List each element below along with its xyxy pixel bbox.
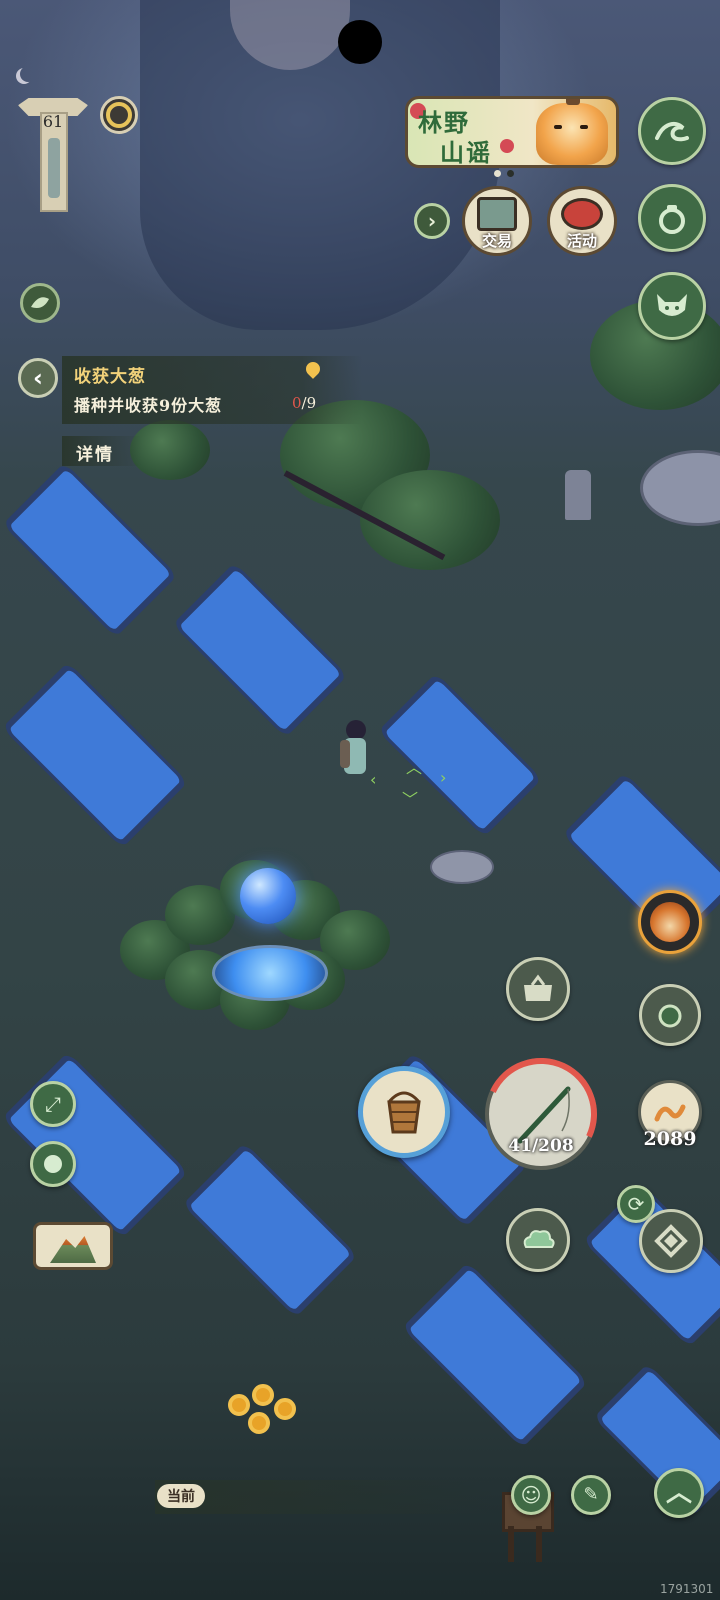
chevron-right-icon: › (427, 209, 437, 233)
worm-icon (654, 1104, 686, 1122)
activity-button[interactable]: 活动 (547, 186, 617, 256)
shop-stall-icon (477, 197, 517, 231)
quest-collapse-button[interactable]: ‹ (18, 358, 58, 398)
bait-count: 2089 (643, 1128, 697, 1150)
tackle-box-icon (524, 974, 552, 1001)
spirit-orb[interactable] (240, 868, 296, 924)
expand-arrows-icon: ⤢ (45, 1092, 61, 1116)
chevron-left-icon: ‹ (33, 364, 43, 392)
chevron-up-icon: ︿ (665, 1478, 692, 1508)
fountain[interactable] (212, 945, 328, 1001)
person-icon (44, 1155, 62, 1173)
sunflowers (228, 1384, 308, 1444)
event-title-line2: 山谣 (440, 138, 492, 167)
quest-progress: 0/9 (292, 394, 316, 412)
shrub (130, 420, 210, 480)
event-banner[interactable]: 林野 山谣 (405, 96, 619, 168)
pond[interactable] (172, 562, 348, 738)
banner-page-dots (494, 170, 524, 178)
drum-icon (561, 198, 603, 230)
level-number: 61 (42, 112, 64, 131)
chat-channel-tag: 当前 (157, 1484, 205, 1508)
quest-description: 播种并收获9份大葱 (74, 396, 223, 415)
quest-details-label: 详情 (76, 445, 114, 465)
smile-icon: ☺ (520, 1483, 542, 1507)
horned-mask-icon (657, 294, 687, 316)
quest-panel[interactable]: 收获大葱 播种并收获9份大葱 0/9 (62, 356, 362, 424)
mountain-tree-icon (50, 1236, 96, 1263)
monkey-face-icon (650, 902, 690, 942)
rod-durability-text: 41/208 (508, 1136, 574, 1156)
leaf-toggle-button[interactable] (20, 283, 60, 323)
quest-details-button[interactable]: 详情 (62, 436, 142, 466)
activity-label: 活动 (566, 232, 597, 250)
diamond-compass-icon (654, 1224, 688, 1258)
trade-button[interactable]: 交易 (462, 186, 532, 256)
fishing-rod-button[interactable]: 41/208 (469, 1042, 613, 1186)
player-id: 1791301 (660, 1582, 714, 1596)
pond[interactable] (401, 1261, 589, 1449)
leaf-icon (31, 297, 49, 308)
moon-icon (20, 66, 36, 82)
camera-notch (338, 20, 382, 64)
cloud-skill-button[interactable] (506, 1208, 570, 1272)
profile-button[interactable] (30, 1141, 76, 1187)
tiger-mascot-icon (536, 99, 608, 165)
pond[interactable] (2, 462, 178, 638)
game-scene: ︿ ‹ › ﹀ 61 林野 山谣 › 交易 活动 ‹ 收获大葱 播种并收获9份大… (0, 0, 720, 1600)
stepping-stone (430, 850, 494, 884)
edit-button[interactable]: ✎ (571, 1475, 611, 1515)
cloud-icon (523, 1230, 555, 1248)
scenery-button[interactable] (33, 1222, 113, 1270)
stone-platform (640, 450, 720, 526)
move-indicator: ︿ ‹ › ﹀ (370, 758, 447, 809)
quest-location-icon[interactable] (303, 359, 323, 379)
trade-label: 交易 (481, 232, 512, 250)
pencil-icon: ✎ (583, 1484, 599, 1505)
level-totem[interactable]: 61 (18, 98, 88, 216)
bucket-button[interactable] (358, 1066, 450, 1158)
bag-button[interactable] (638, 184, 706, 252)
bucket-icon (387, 1091, 421, 1134)
refresh-icon: ⟳ (627, 1192, 645, 1216)
wave-button[interactable] (638, 97, 706, 165)
boss-event-button[interactable] (638, 890, 702, 954)
coin-ring-button[interactable] (100, 96, 138, 134)
chat-bar[interactable]: 当前 (155, 1480, 495, 1514)
player-character[interactable] (340, 720, 370, 782)
quest-progress-total: /9 (301, 394, 317, 412)
pond[interactable] (1, 661, 189, 849)
bait-box-button[interactable] (506, 957, 570, 1021)
pond[interactable] (1, 1051, 189, 1239)
fullscreen-button[interactable]: ⤢ (30, 1081, 76, 1127)
lure-button[interactable] (639, 984, 701, 1046)
pouch-icon (659, 205, 685, 234)
pond[interactable] (182, 1142, 358, 1318)
compass-skill-button[interactable] (639, 1209, 703, 1273)
flower-decoration (500, 139, 514, 153)
quest-title: 收获大葱 (74, 367, 146, 387)
chat-expand-button[interactable]: ︿ (654, 1468, 704, 1518)
expand-menu-button[interactable]: › (414, 203, 450, 239)
wave-icon (655, 121, 689, 142)
companion-button[interactable] (638, 272, 706, 340)
emote-button[interactable]: ☺ (511, 1475, 551, 1515)
ring-icon (106, 102, 132, 128)
quest-progress-current: 0 (292, 394, 302, 412)
beetle-icon (658, 1004, 682, 1028)
lantern (565, 470, 591, 520)
pond[interactable] (377, 672, 543, 838)
